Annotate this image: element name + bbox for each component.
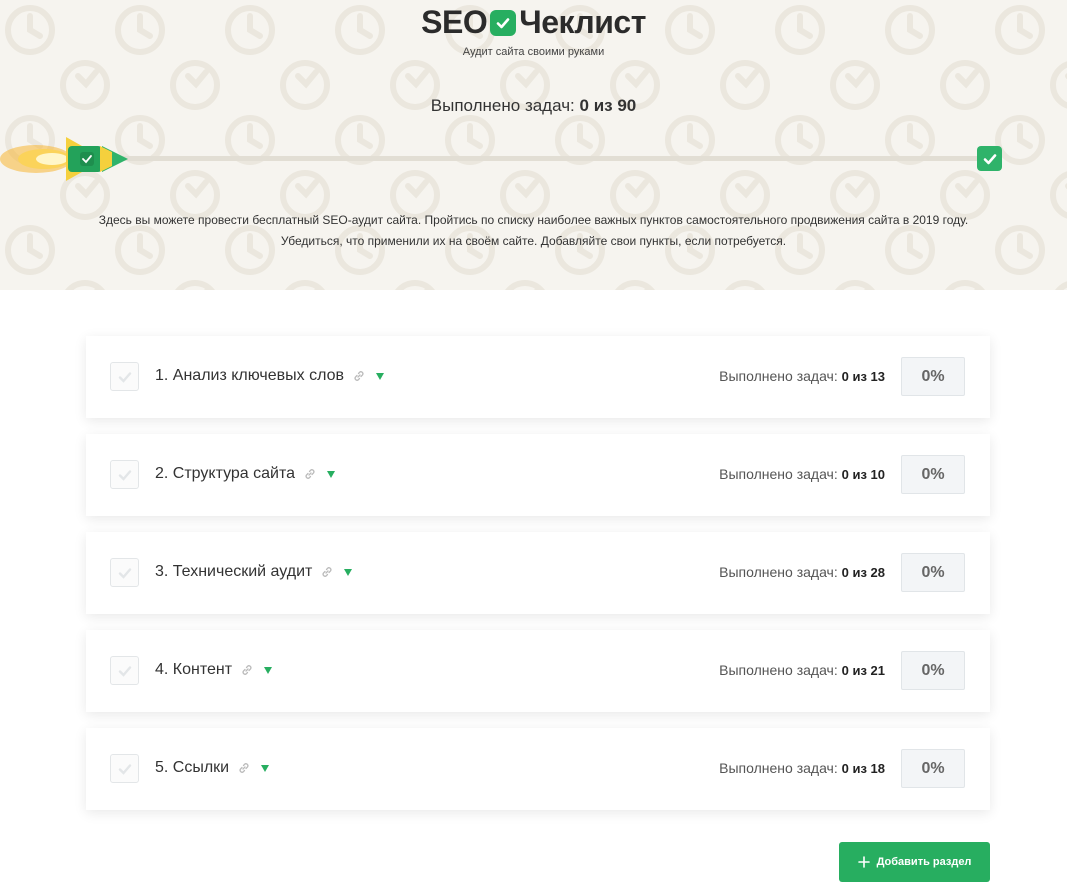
- check-icon: [118, 665, 131, 677]
- section-progress-value: 0 из 18: [841, 761, 885, 776]
- total-progress-value: 0 из 90: [579, 96, 637, 115]
- expand-caret-icon[interactable]: [344, 568, 353, 576]
- description-line-1: Здесь вы можете провести бесплатный SEO-…: [98, 213, 969, 227]
- section-progress: Выполнено задач: 0 из 18: [719, 760, 885, 776]
- section-progress: Выполнено задач: 0 из 10: [719, 466, 885, 482]
- section-percent-badge: 0%: [901, 357, 965, 396]
- total-progress-label: Выполнено задач:: [430, 96, 575, 115]
- logo-text-seo: SEO: [421, 4, 488, 40]
- rocket-icon: [0, 137, 128, 181]
- finish-check-icon: [977, 146, 1002, 171]
- section-progress: Выполнено задач: 0 из 28: [719, 564, 885, 580]
- section-title-text: 5. Ссылки: [155, 759, 230, 776]
- section-checkbox[interactable]: [110, 558, 139, 587]
- section-progress-label: Выполнено задач:: [719, 564, 838, 580]
- section-checkbox[interactable]: [110, 460, 139, 489]
- section-progress: Выполнено задач: 0 из 13: [719, 368, 885, 384]
- link-icon[interactable]: [303, 467, 317, 481]
- section-checkbox[interactable]: [110, 754, 139, 783]
- link-icon[interactable]: [320, 565, 334, 579]
- section-progress-value: 0 из 13: [841, 369, 885, 384]
- total-progress-text: Выполнено задач: 0 из 90: [0, 96, 1067, 116]
- logo[interactable]: SEO Чеклист: [0, 4, 1067, 41]
- section-title-text: 4. Контент: [155, 661, 233, 678]
- section-title[interactable]: 1. Анализ ключевых слов: [155, 367, 385, 385]
- expand-caret-icon[interactable]: [261, 764, 270, 772]
- section-progress: Выполнено задач: 0 из 21: [719, 662, 885, 678]
- section-percent-badge: 0%: [901, 455, 965, 494]
- section-progress-label: Выполнено задач:: [719, 466, 838, 482]
- section-progress-value: 0 из 21: [841, 663, 885, 678]
- section-title[interactable]: 2. Структура сайта: [155, 465, 336, 483]
- section-title-text: 3. Технический аудит: [155, 563, 313, 580]
- logo-text-checklist: Чеклист: [519, 4, 646, 40]
- section-percent-badge: 0%: [901, 651, 965, 690]
- link-icon[interactable]: [237, 761, 251, 775]
- section-card: 4. Контент Выполнено задач: 0 из 21 0%: [86, 630, 990, 712]
- section-progress-label: Выполнено задач:: [719, 368, 838, 384]
- description: Здесь вы можете провести бесплатный SEO-…: [40, 210, 1027, 252]
- section-checkbox[interactable]: [110, 362, 139, 391]
- section-percent-badge: 0%: [901, 749, 965, 788]
- section-title[interactable]: 4. Контент: [155, 661, 273, 679]
- section-title[interactable]: 3. Технический аудит: [155, 563, 353, 581]
- check-icon: [118, 763, 131, 775]
- section-title-text: 1. Анализ ключевых слов: [155, 367, 345, 384]
- section-title-text: 2. Структура сайта: [155, 465, 296, 482]
- add-section-button[interactable]: Добавить раздел: [839, 842, 990, 882]
- expand-caret-icon[interactable]: [264, 666, 273, 674]
- description-line-2: Убедиться, что применили их на своём сай…: [280, 234, 787, 248]
- add-section-label: Добавить раздел: [876, 856, 972, 868]
- section-progress-value: 0 из 28: [841, 565, 885, 580]
- section-title[interactable]: 5. Ссылки: [155, 759, 270, 777]
- section-card: 2. Структура сайта Выполнено задач: 0 из…: [86, 434, 990, 516]
- expand-caret-icon[interactable]: [376, 372, 385, 380]
- check-icon: [118, 371, 131, 383]
- link-icon[interactable]: [240, 663, 254, 677]
- section-progress-label: Выполнено задач:: [719, 662, 838, 678]
- sections-list: 1. Анализ ключевых слов Выполнено задач:…: [86, 336, 990, 826]
- progress-track: [118, 156, 980, 161]
- section-percent-badge: 0%: [901, 553, 965, 592]
- hero-header: SEO Чеклист Аудит сайта своими руками Вы…: [0, 0, 1067, 290]
- link-icon[interactable]: [352, 369, 366, 383]
- expand-caret-icon[interactable]: [327, 470, 336, 478]
- logo-check-icon: [490, 9, 517, 36]
- section-checkbox[interactable]: [110, 656, 139, 685]
- section-card: 1. Анализ ключевых слов Выполнено задач:…: [86, 336, 990, 418]
- section-progress-label: Выполнено задач:: [719, 760, 838, 776]
- section-card: 5. Ссылки Выполнено задач: 0 из 18 0%: [86, 728, 990, 810]
- tagline: Аудит сайта своими руками: [462, 46, 605, 58]
- section-card: 3. Технический аудит Выполнено задач: 0 …: [86, 532, 990, 614]
- check-icon: [118, 567, 131, 579]
- check-icon: [118, 469, 131, 481]
- plus-icon: [857, 856, 870, 868]
- section-progress-value: 0 из 10: [841, 467, 885, 482]
